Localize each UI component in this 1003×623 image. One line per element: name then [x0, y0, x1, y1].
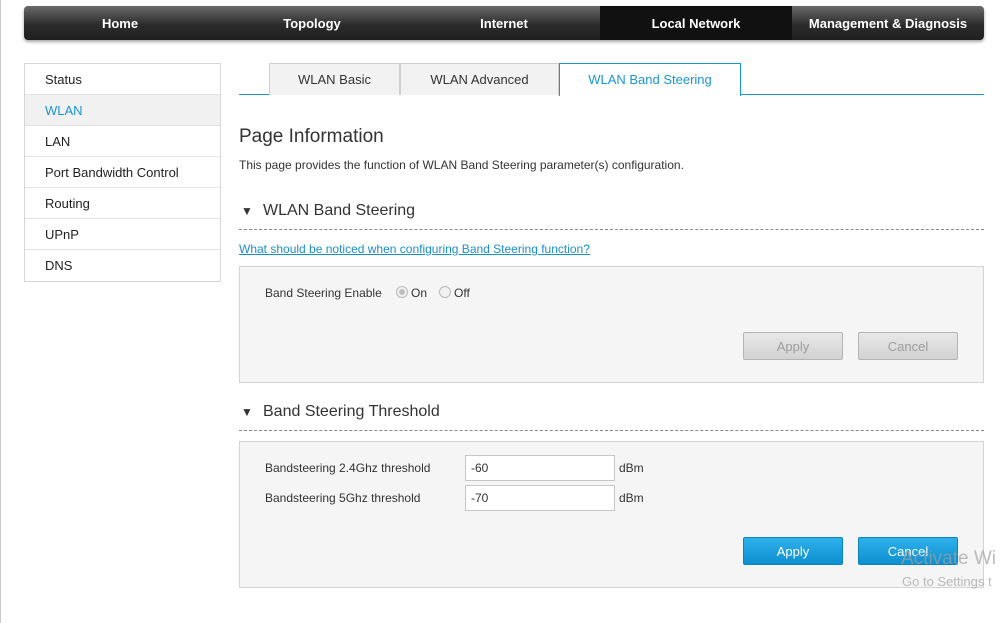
section-header-band-steering[interactable]: ▼ WLAN Band Steering: [239, 202, 984, 230]
sidebar-item-port-bandwidth-control[interactable]: Port Bandwidth Control: [25, 157, 220, 188]
radio-off[interactable]: [439, 286, 451, 298]
activation-watermark: Activate Wi: [901, 548, 997, 569]
band-steering-apply-button[interactable]: Apply: [743, 332, 843, 360]
page-title: Page Information: [239, 126, 384, 147]
threshold-5ghz-input[interactable]: [465, 485, 615, 511]
tab-wlan-advanced[interactable]: WLAN Advanced: [400, 63, 559, 95]
threshold-5ghz-unit: dBm: [619, 491, 644, 505]
nav-topology[interactable]: Topology: [216, 6, 408, 40]
band-steering-help-link[interactable]: What should be noticed when configuring …: [239, 242, 590, 256]
sidebar-item-lan[interactable]: LAN: [25, 126, 220, 157]
threshold-24ghz-unit: dBm: [619, 461, 644, 475]
tab-wlan-band-steering[interactable]: WLAN Band Steering: [559, 63, 741, 96]
band-steering-enable-label: Band Steering Enable: [265, 286, 382, 300]
section-title: WLAN Band Steering: [263, 202, 416, 219]
nav-management-diagnosis[interactable]: Management & Diagnosis: [792, 6, 984, 40]
sidebar: Status WLAN LAN Port Bandwidth Control R…: [24, 63, 221, 282]
collapse-triangle-icon: ▼: [241, 405, 253, 419]
band-steering-panel: Band Steering Enable On Off Apply Cancel: [239, 266, 984, 383]
sidebar-item-routing[interactable]: Routing: [25, 188, 220, 219]
sidebar-item-wlan[interactable]: WLAN: [25, 95, 220, 126]
radio-on-label: On: [411, 286, 428, 300]
tab-wlan-basic[interactable]: WLAN Basic: [269, 63, 400, 95]
collapse-triangle-icon: ▼: [241, 204, 253, 218]
section-title: Band Steering Threshold: [263, 403, 440, 420]
section-header-threshold[interactable]: ▼ Band Steering Threshold: [239, 403, 984, 431]
nav-home[interactable]: Home: [24, 6, 216, 40]
threshold-panel: Bandsteering 2.4Ghz threshold dBm Bandst…: [239, 441, 984, 588]
nav-internet[interactable]: Internet: [408, 6, 600, 40]
tab-bar: WLAN Basic WLAN Advanced WLAN Band Steer…: [239, 63, 984, 96]
sidebar-item-upnp[interactable]: UPnP: [25, 219, 220, 250]
sidebar-item-status[interactable]: Status: [25, 64, 220, 95]
threshold-24ghz-label: Bandsteering 2.4Ghz threshold: [265, 461, 431, 475]
nav-local-network[interactable]: Local Network: [600, 6, 792, 40]
top-navigation: Home Topology Internet Local Network Man…: [24, 6, 984, 40]
threshold-24ghz-input[interactable]: [465, 455, 615, 481]
sidebar-item-dns[interactable]: DNS: [25, 250, 220, 281]
band-steering-cancel-button[interactable]: Cancel: [858, 332, 958, 360]
radio-on[interactable]: [396, 286, 408, 298]
threshold-5ghz-label: Bandsteering 5Ghz threshold: [265, 491, 421, 505]
radio-off-label: Off: [454, 286, 470, 300]
page-description: This page provides the function of WLAN …: [239, 158, 684, 172]
activation-watermark-subtext: Go to Settings t: [902, 574, 992, 589]
threshold-apply-button[interactable]: Apply: [743, 537, 843, 565]
